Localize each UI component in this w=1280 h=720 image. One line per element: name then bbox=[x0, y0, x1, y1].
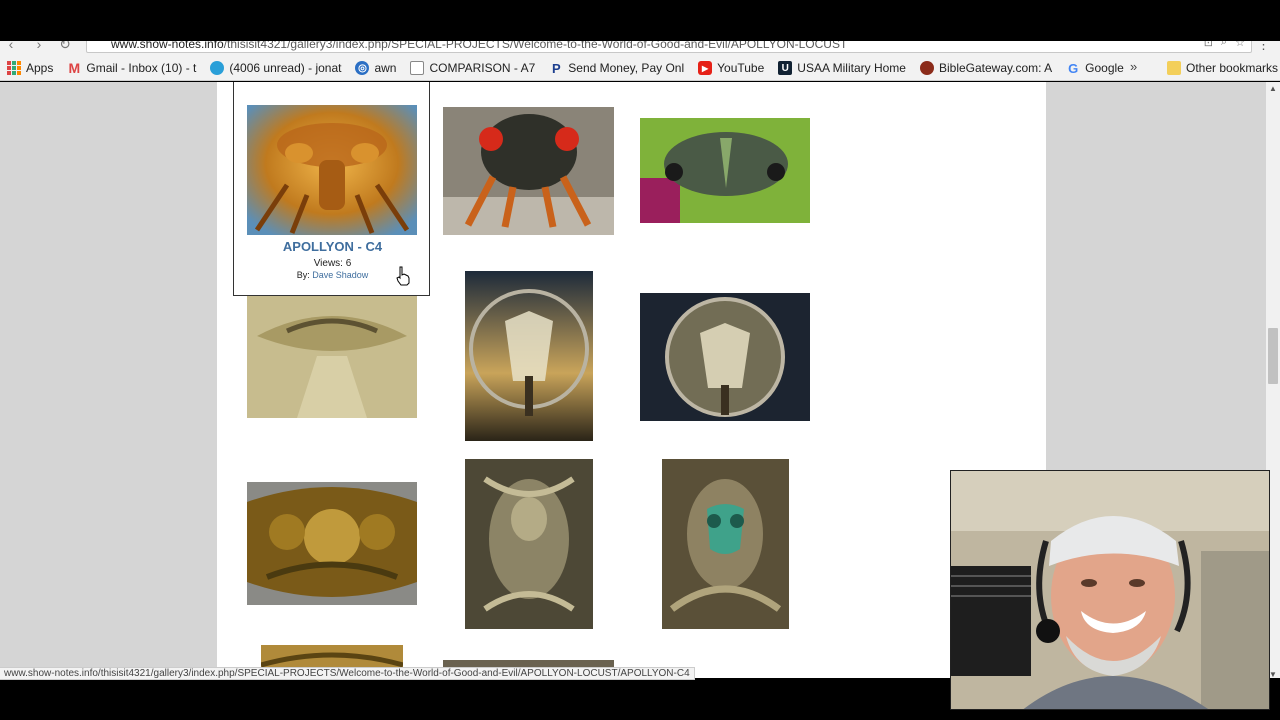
bookmarks-bar: Apps M Gmail - Inbox (10) - t (4006 unre… bbox=[0, 56, 1280, 80]
cicada-green-photo bbox=[640, 118, 810, 223]
back-icon[interactable]: ‹ bbox=[4, 41, 18, 51]
omnibox-actions: ⊡ ⌕ ☆ bbox=[1204, 41, 1245, 49]
url-text: www.show-notes.info/thisisit4321/gallery… bbox=[111, 41, 847, 51]
gallery-thumbnail[interactable] bbox=[465, 271, 593, 441]
url-path: /thisisit4321/gallery3/index.php/SPECIAL… bbox=[223, 41, 848, 51]
bookmark-youtube[interactable]: ▶ YouTube bbox=[691, 58, 771, 78]
locust-photo bbox=[247, 105, 417, 235]
bookmark-awn[interactable]: ◎ awn bbox=[348, 58, 403, 78]
gallery-thumbnail[interactable] bbox=[443, 107, 614, 235]
ornate-brass-photo bbox=[247, 482, 417, 605]
forward-icon[interactable]: › bbox=[32, 41, 46, 51]
reload-icon[interactable]: ↻ bbox=[58, 41, 72, 51]
url-host: www.show-notes.info bbox=[111, 41, 224, 51]
video-letterbox-top bbox=[0, 0, 1280, 41]
bookmark-google[interactable]: G Google bbox=[1059, 58, 1131, 78]
gallery-thumbnail[interactable] bbox=[465, 459, 593, 629]
webcam-overlay bbox=[950, 470, 1270, 710]
ornate-relief-green-photo bbox=[662, 459, 789, 629]
scroll-down-icon[interactable]: ▼ bbox=[1269, 670, 1277, 679]
bookmark-label: Apps bbox=[26, 61, 54, 75]
bookmarks-overflow-button[interactable]: » bbox=[1130, 59, 1137, 74]
bookmark-label: BibleGateway.com: A bbox=[938, 61, 1053, 75]
medallion-photo bbox=[465, 271, 593, 441]
screen: ‹ › ↻ www.show-notes.info/thisisit4321/g… bbox=[0, 0, 1280, 720]
bookmark-comparison[interactable]: COMPARISON - A7 bbox=[403, 58, 542, 78]
att-icon bbox=[210, 61, 225, 75]
bookmark-label: awn bbox=[374, 61, 397, 75]
address-row: ‹ › ↻ www.show-notes.info/thisisit4321/g… bbox=[0, 41, 1280, 55]
gallery-content: APOLLYON - C4 Views: 6 By: Dave Shadow bbox=[217, 82, 1046, 678]
apps-grid-icon bbox=[7, 61, 21, 75]
page-icon bbox=[410, 61, 425, 75]
bookmark-paypal[interactable]: P Send Money, Pay Onl bbox=[542, 58, 691, 78]
medallion-closeup-photo bbox=[247, 296, 417, 418]
hand-cursor-icon bbox=[396, 266, 410, 286]
address-bar[interactable]: www.show-notes.info/thisisit4321/gallery… bbox=[86, 41, 1252, 53]
bookmark-label: (4006 unread) - jonat bbox=[229, 61, 342, 75]
hover-card[interactable]: APOLLYON - C4 Views: 6 By: Dave Shadow bbox=[233, 82, 430, 296]
gallery-thumbnail[interactable] bbox=[640, 293, 810, 421]
gallery-thumbnail[interactable] bbox=[247, 105, 417, 235]
paypal-icon: P bbox=[551, 60, 561, 76]
gallery-thumbnail[interactable] bbox=[247, 482, 417, 605]
biblegateway-icon bbox=[919, 61, 934, 75]
bookmark-gmail[interactable]: M Gmail - Inbox (10) - t bbox=[60, 58, 203, 78]
bookmark-label: Send Money, Pay Onl bbox=[568, 61, 685, 75]
ornate-relief-photo bbox=[465, 459, 593, 629]
browser-chrome: ‹ › ↻ www.show-notes.info/thisisit4321/g… bbox=[0, 41, 1280, 81]
bookmark-label: USAA Military Home bbox=[797, 61, 906, 75]
scroll-thumb[interactable] bbox=[1268, 328, 1278, 384]
folder-icon bbox=[1167, 61, 1181, 75]
bookmark-usaa[interactable]: U USAA Military Home bbox=[771, 58, 913, 78]
globe-icon: ◎ bbox=[355, 61, 370, 75]
medallion-photo bbox=[640, 293, 810, 421]
star-icon[interactable]: ☆ bbox=[1235, 41, 1245, 49]
cicada-red-eyes-photo bbox=[443, 107, 614, 235]
presenter-webcam-image bbox=[951, 471, 1269, 709]
status-bar-url: www.show-notes.info/thisisit4321/gallery… bbox=[0, 667, 695, 680]
author-link[interactable]: Dave Shadow bbox=[312, 270, 368, 280]
bookmark-biblegateway[interactable]: BibleGateway.com: A bbox=[913, 58, 1059, 78]
other-bookmarks[interactable]: Other bookmarks bbox=[1160, 58, 1280, 78]
gallery-thumbnail[interactable] bbox=[640, 118, 810, 223]
youtube-icon: ▶ bbox=[698, 61, 713, 75]
bookmark-label: Gmail - Inbox (10) - t bbox=[86, 61, 197, 75]
google-icon: G bbox=[1068, 60, 1079, 76]
scroll-up-icon[interactable]: ▲ bbox=[1269, 84, 1277, 93]
search-icon[interactable]: ⌕ bbox=[1221, 41, 1227, 49]
bookmark-att[interactable]: (4006 unread) - jonat bbox=[203, 58, 348, 78]
extension-icon[interactable]: ⊡ bbox=[1204, 41, 1213, 49]
gallery-thumbnail[interactable] bbox=[662, 459, 789, 629]
bookmark-label: COMPARISON - A7 bbox=[429, 61, 536, 75]
photo-title-link[interactable]: APOLLYON - C4 bbox=[234, 239, 431, 254]
author-prefix: By: bbox=[296, 270, 310, 280]
bookmark-apps[interactable]: Apps bbox=[0, 58, 60, 78]
bookmark-label: Google bbox=[1085, 61, 1124, 75]
gallery-thumbnail[interactable] bbox=[247, 296, 417, 418]
bookmark-label: YouTube bbox=[717, 61, 765, 75]
menu-icon[interactable]: ⋮ bbox=[1257, 41, 1270, 53]
usaa-icon: U bbox=[778, 61, 793, 75]
other-bookmarks-label: Other bookmarks bbox=[1186, 61, 1279, 75]
gmail-icon: M bbox=[68, 60, 81, 76]
